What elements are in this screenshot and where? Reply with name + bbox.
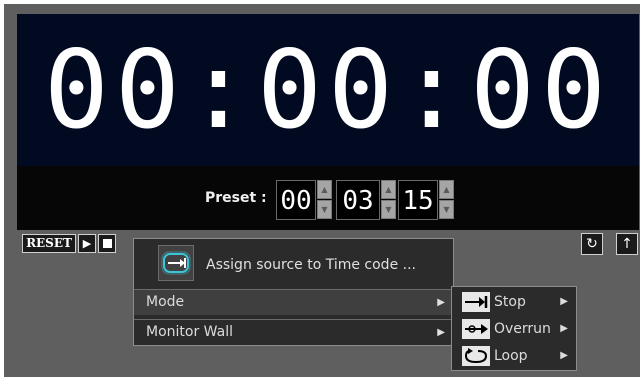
chevron-right-icon: ▶ xyxy=(437,327,445,338)
assign-source-label: Assign source to Time code ... xyxy=(206,257,416,273)
loop-icon: ↻ xyxy=(586,236,598,252)
chevron-right-icon: ▶ xyxy=(437,297,445,308)
count-up-button[interactable]: ↑ xyxy=(616,233,638,255)
chevron-right-icon: ▶ xyxy=(560,296,568,307)
seconds-down-button[interactable]: ▼ xyxy=(439,200,454,219)
play-icon: ▶ xyxy=(82,237,92,250)
chevron-right-icon: ▶ xyxy=(560,323,568,334)
timecode-digits: 00:00:00 xyxy=(43,28,613,153)
submenu-item-loop[interactable]: Loop ▶ xyxy=(452,342,576,370)
stop-button[interactable] xyxy=(98,234,116,253)
preset-seconds-spinner: ▲ ▼ xyxy=(439,180,454,220)
assign-source-item[interactable]: Assign source to Time code ... xyxy=(134,239,453,289)
arrow-up-icon: ↑ xyxy=(621,236,633,252)
overrun-icon xyxy=(462,319,490,339)
preset-hours-field[interactable]: 00 xyxy=(276,180,316,220)
submenu-item-loop-label: Loop xyxy=(494,348,528,364)
context-menu: Assign source to Time code ... Mode ▶ Mo… xyxy=(133,238,454,346)
assign-source-icon xyxy=(158,245,194,281)
mode-submenu: Stop ▶ Overrun ▶ Loop ▶ xyxy=(451,286,577,371)
play-button[interactable]: ▶ xyxy=(78,234,96,253)
stop-icon xyxy=(103,239,112,248)
reset-button[interactable]: RESET xyxy=(22,234,76,253)
preset-minutes-spinner: ▲ ▼ xyxy=(381,180,396,220)
minutes-up-button[interactable]: ▲ xyxy=(381,180,396,199)
minutes-down-button[interactable]: ▼ xyxy=(381,200,396,219)
hours-down-button[interactable]: ▼ xyxy=(317,200,332,219)
preset-label: Preset : xyxy=(205,190,267,206)
seconds-up-button[interactable]: ▲ xyxy=(439,180,454,199)
menu-item-mode-label: Mode xyxy=(146,294,185,310)
submenu-item-stop[interactable]: Stop ▶ xyxy=(452,288,576,316)
loop-mode-button[interactable]: ↻ xyxy=(581,233,603,255)
menu-item-monitor-wall[interactable]: Monitor Wall ▶ xyxy=(134,319,453,345)
menu-item-mode[interactable]: Mode ▶ xyxy=(134,289,453,315)
loop-icon xyxy=(462,346,490,366)
stop-arrow-icon xyxy=(462,292,490,312)
chevron-right-icon: ▶ xyxy=(560,350,568,361)
submenu-item-overrun[interactable]: Overrun ▶ xyxy=(452,315,576,343)
preset-minutes-field[interactable]: 03 xyxy=(336,180,380,220)
preset-seconds-field[interactable]: 15 xyxy=(398,180,438,220)
menu-item-monitor-wall-label: Monitor Wall xyxy=(146,324,233,340)
submenu-item-stop-label: Stop xyxy=(494,294,526,310)
preset-hours-spinner: ▲ ▼ xyxy=(317,180,332,220)
hours-up-button[interactable]: ▲ xyxy=(317,180,332,199)
timecode-display: 00:00:00 xyxy=(17,14,639,166)
submenu-item-overrun-label: Overrun xyxy=(494,321,551,337)
